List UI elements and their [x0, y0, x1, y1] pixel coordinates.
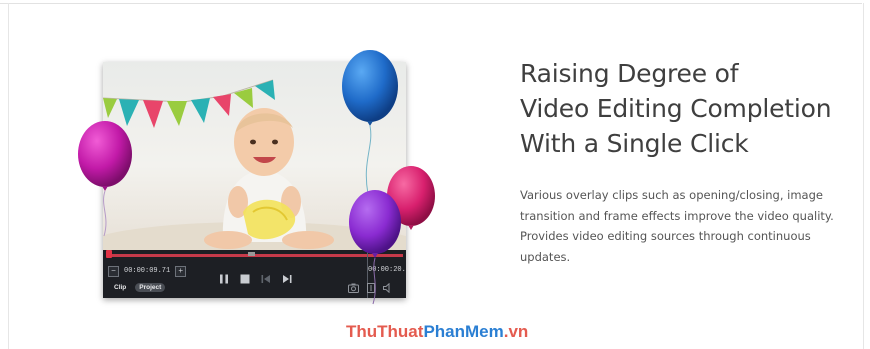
description-line-3: Provides video editing sources through c…	[520, 229, 811, 243]
frame-left-border	[8, 3, 9, 349]
prev-frame-icon[interactable]	[260, 273, 272, 285]
headline-line-1: Raising Degree of	[520, 59, 739, 88]
playhead-marker[interactable]	[248, 252, 255, 256]
mode-tabs: Clip Project	[110, 283, 166, 292]
headline: Raising Degree of Video Editing Completi…	[520, 56, 850, 161]
purple-balloon-illustration	[349, 190, 401, 305]
stop-icon[interactable]	[239, 273, 251, 285]
watermark-part-4: .vn	[503, 322, 529, 341]
description-line-4: updates.	[520, 249, 571, 264]
watermark-part-1: Thu	[346, 322, 378, 341]
watermark-part-3: PhanMem	[423, 322, 504, 341]
time-stepper: − 00:00:09.71 +	[108, 265, 187, 277]
tab-project[interactable]: Project	[135, 283, 166, 292]
next-frame-icon[interactable]	[281, 273, 293, 285]
frame-right-border	[863, 3, 864, 349]
feature-description: Various overlay clips such as opening/cl…	[520, 185, 850, 267]
transport-controls	[218, 273, 293, 285]
description-line-2: transition and frame effects improve the…	[520, 208, 834, 223]
current-time: 00:00:09.71	[124, 267, 171, 275]
frame-top-border	[0, 3, 862, 4]
watermark: ThuThuatPhanMem.vn	[346, 322, 528, 342]
time-minus-button[interactable]: −	[108, 265, 119, 277]
tab-clip[interactable]: Clip	[110, 283, 130, 292]
timeline-start-marker[interactable]	[106, 250, 112, 258]
magenta-balloon-illustration	[78, 121, 132, 237]
description-line-1: Various overlay clips such as opening/cl…	[520, 188, 823, 202]
headline-line-2: Video Editing Completion	[520, 94, 832, 123]
headline-line-3: With a Single Click	[520, 129, 749, 158]
time-plus-button[interactable]: +	[175, 265, 187, 277]
watermark-part-2: Thuat	[377, 322, 424, 341]
pause-icon[interactable]	[218, 273, 230, 285]
